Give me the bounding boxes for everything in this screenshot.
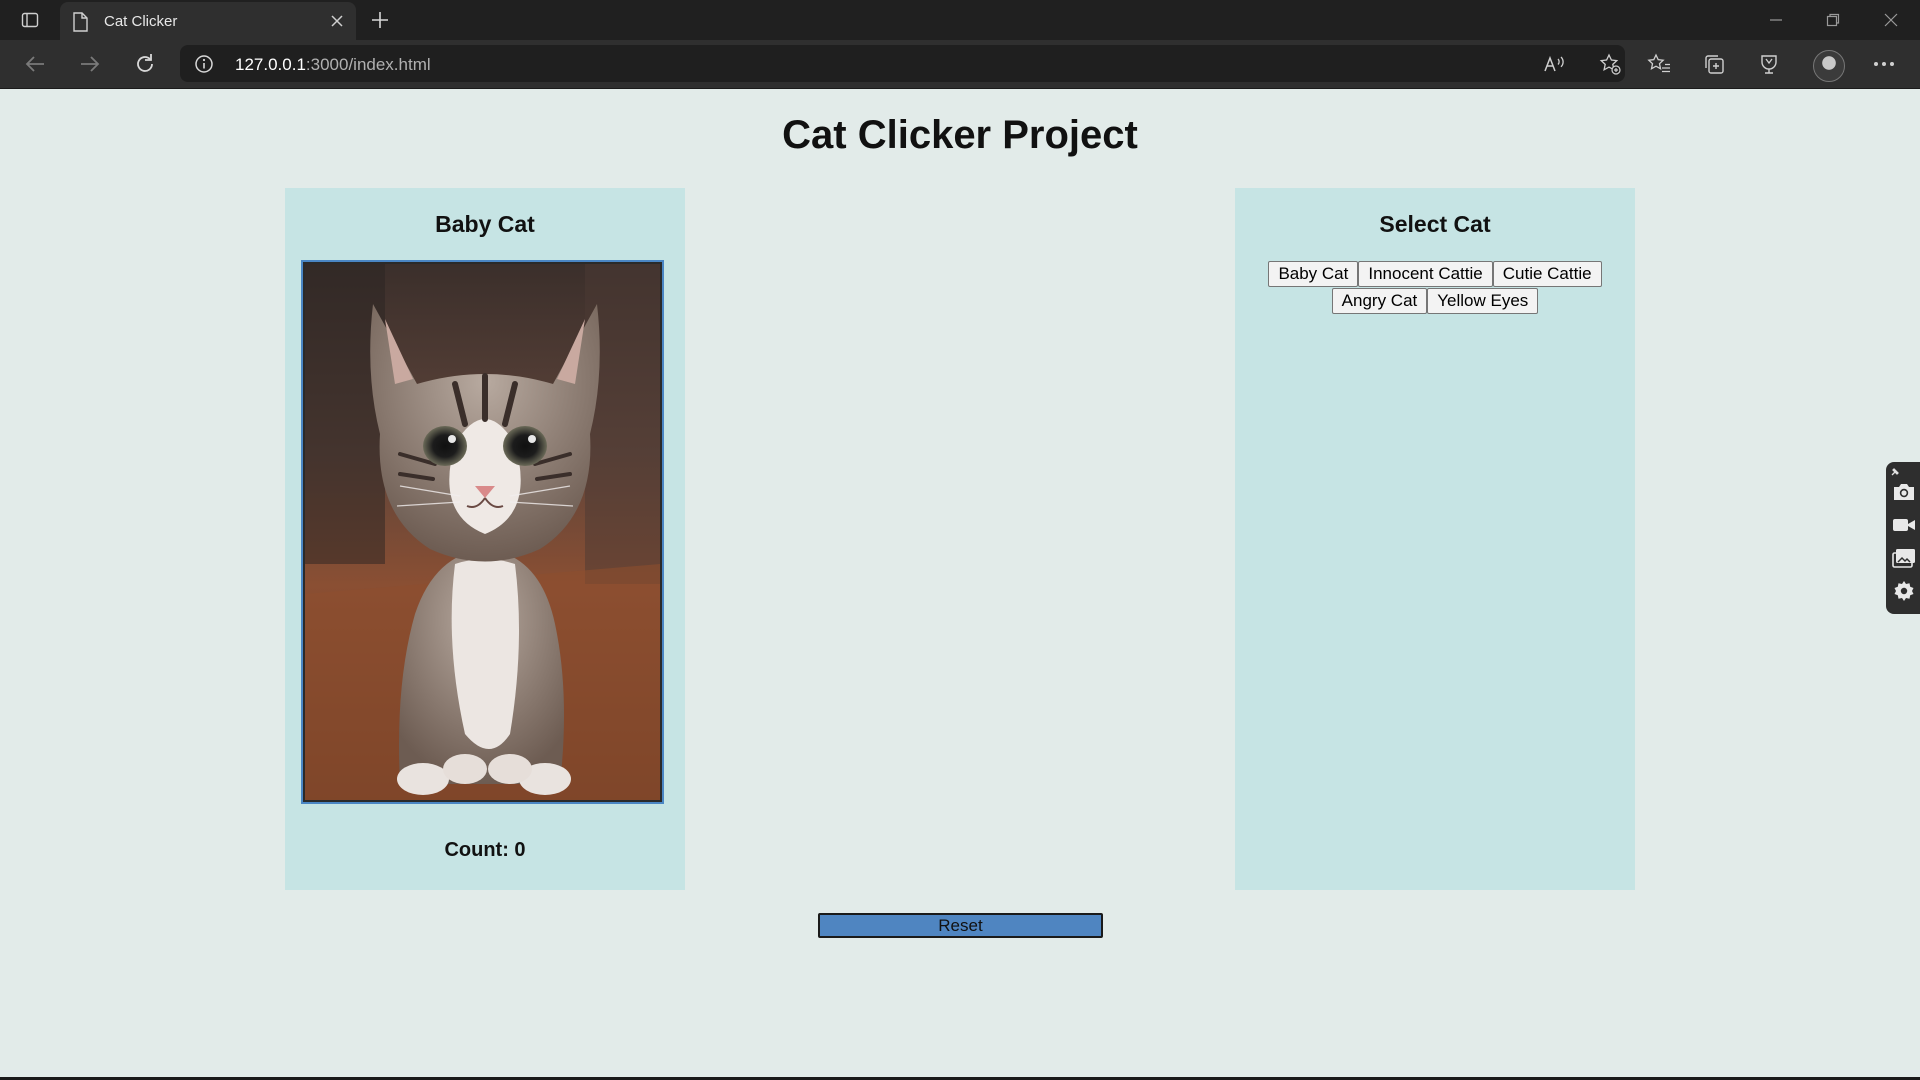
url-path: :3000/index.html xyxy=(305,55,431,74)
new-tab-icon[interactable] xyxy=(366,8,394,32)
page-icon xyxy=(72,12,90,32)
site-info-icon[interactable] xyxy=(194,54,214,74)
browser-toolbar: 127.0.0.1:3000/index.html xyxy=(0,40,1920,89)
cat-name: Baby Cat xyxy=(435,211,535,237)
cat-display-panel: Baby Cat Count: 0 xyxy=(285,188,685,890)
settings-gear-icon[interactable] xyxy=(1891,579,1917,603)
url-host: 127.0.0.1 xyxy=(235,55,306,74)
collections-icon[interactable] xyxy=(1701,52,1727,76)
browser-tab[interactable]: Cat Clicker xyxy=(60,2,356,40)
more-menu-icon[interactable] xyxy=(1871,52,1897,76)
url-text[interactable]: 127.0.0.1:3000/index.html xyxy=(235,55,431,75)
kitten-photo[interactable] xyxy=(305,264,660,800)
cat-image[interactable] xyxy=(301,260,664,804)
select-cat-panel: Select Cat Baby Cat Innocent Cattie Cutie … xyxy=(1235,188,1635,890)
select-angry-cat-button[interactable]: Angry Cat xyxy=(1331,288,1428,314)
favorites-icon[interactable] xyxy=(1646,52,1672,76)
select-innocent-cattie-button[interactable]: Innocent Cattie xyxy=(1358,261,1493,287)
close-tab-icon[interactable] xyxy=(328,12,346,30)
reset-button[interactable]: Reset xyxy=(818,913,1103,938)
camera-icon[interactable] xyxy=(1891,480,1917,504)
select-yellow-eyes-button[interactable]: Yellow Eyes xyxy=(1427,288,1539,314)
pin-icon[interactable] xyxy=(1890,464,1900,476)
refresh-icon[interactable] xyxy=(130,50,160,78)
address-bar[interactable]: 127.0.0.1:3000/index.html xyxy=(180,45,1625,82)
profile-avatar[interactable] xyxy=(1813,50,1845,82)
page-title: Cat Clicker Project xyxy=(782,113,1138,157)
minimize-icon[interactable] xyxy=(1756,6,1796,34)
cat-button-list: Baby Cat Innocent Cattie Cutie Cattie Angr… xyxy=(1235,261,1635,315)
forward-icon[interactable] xyxy=(75,50,105,78)
browser-essentials-icon[interactable] xyxy=(1756,52,1782,76)
tab-title: Cat Clicker xyxy=(104,13,178,30)
add-favorite-icon[interactable] xyxy=(1598,53,1622,75)
extension-side-toolbar xyxy=(1886,462,1920,614)
restore-icon[interactable] xyxy=(1813,6,1853,34)
video-camera-icon[interactable] xyxy=(1891,513,1917,537)
close-window-icon[interactable] xyxy=(1871,6,1911,34)
select-baby-cat-button[interactable]: Baby Cat xyxy=(1268,261,1359,287)
read-aloud-icon[interactable] xyxy=(1542,53,1566,75)
select-cutie-cattie-button[interactable]: Cutie Cattie xyxy=(1492,261,1602,287)
click-count: Count: 0 xyxy=(444,839,526,861)
browser-tab-bar: Cat Clicker xyxy=(0,0,1920,40)
select-cat-heading: Select Cat xyxy=(1379,211,1491,237)
back-icon[interactable] xyxy=(20,50,50,78)
gallery-icon[interactable] xyxy=(1891,546,1917,570)
tab-actions-icon[interactable] xyxy=(12,8,48,32)
